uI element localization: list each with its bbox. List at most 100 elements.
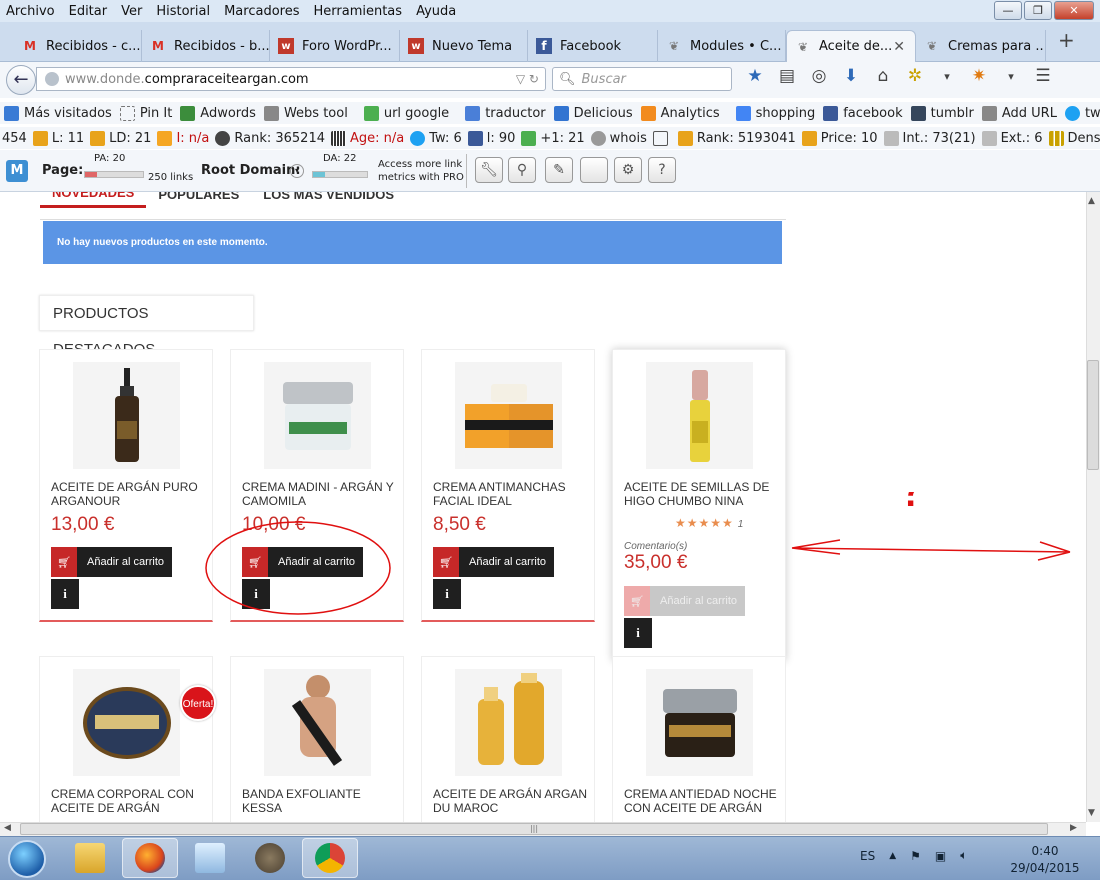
reload-icon[interactable]: ▽ ↻	[516, 72, 539, 86]
bookmark-2[interactable]: Adwords	[180, 105, 256, 121]
chevron-down-icon[interactable]: ▾	[290, 164, 304, 178]
tab-1[interactable]: M Recibidos - b...	[142, 30, 270, 62]
product-image[interactable]	[646, 362, 753, 469]
new-tab-button[interactable]: +	[1058, 28, 1075, 52]
seo-item[interactable]: LD: 21	[90, 130, 151, 146]
mask-icon[interactable]: ◎	[808, 66, 830, 86]
seo-item[interactable]: L: 11	[32, 130, 84, 146]
taskbar-gimp[interactable]	[242, 838, 298, 878]
product-image[interactable]	[73, 362, 180, 469]
tab-4[interactable]: f Facebook	[528, 30, 658, 62]
bookmark-5[interactable]: traductor	[465, 105, 546, 121]
product-image[interactable]	[455, 669, 562, 776]
blank-icon[interactable]	[580, 157, 608, 183]
moz-pro-note[interactable]: Access more link metrics with PRO	[378, 158, 464, 184]
bookmark-10[interactable]: tumblr	[910, 105, 974, 121]
bookmark-7[interactable]: Analytics	[640, 105, 720, 121]
seo-item[interactable]: l: 90	[467, 130, 515, 146]
chevron-down-icon[interactable]: ▾	[1000, 70, 1022, 83]
gear-icon[interactable]: ⚙	[614, 157, 642, 183]
close-tab-icon[interactable]: ✕	[893, 39, 905, 55]
bookmark-12[interactable]: twitter	[1064, 105, 1100, 121]
product-image[interactable]	[73, 669, 180, 776]
product-image[interactable]	[646, 669, 753, 776]
add-to-cart-button[interactable]: 🛒︎ Añadir al carrito	[51, 547, 172, 577]
scroll-left-icon[interactable]: ◀	[4, 823, 11, 833]
seo-item[interactable]: I: n/a	[157, 130, 209, 146]
menu-archivo[interactable]: Archivo	[6, 4, 55, 19]
seo-item[interactable]: Price: 10	[801, 130, 878, 146]
horizontal-scroll-thumb[interactable]: |||	[20, 823, 1048, 835]
seo-item[interactable]: 454	[2, 131, 27, 146]
help-icon[interactable]: ?	[648, 157, 676, 183]
menu-historial[interactable]: Historial	[156, 4, 210, 19]
menu-ayuda[interactable]: Ayuda	[416, 4, 456, 19]
menu-editar[interactable]: Editar	[69, 4, 108, 19]
info-button[interactable]: i	[51, 579, 79, 609]
scroll-up-icon[interactable]: ▲	[1088, 196, 1095, 206]
back-button[interactable]: ←	[6, 65, 36, 95]
seo-item[interactable]: Rank: 365214	[215, 130, 325, 146]
seo-item[interactable]	[652, 130, 672, 146]
tab-2[interactable]: w Foro WordPr...	[270, 30, 400, 62]
tab-6-active[interactable]: ❦ Aceite de... ✕	[786, 30, 916, 62]
url-bar[interactable]: www.donde. compraraceiteargan.com ▽ ↻	[36, 67, 546, 91]
magnifier-icon[interactable]: ⚲	[508, 157, 536, 183]
seo-item[interactable]: Tw: 6	[410, 130, 462, 146]
tab-5[interactable]: ❦ Modules • C...	[658, 30, 786, 62]
bookmark-8[interactable]: shopping	[735, 105, 815, 121]
speaker-icon[interactable]: 🔈︎	[960, 848, 967, 863]
taskbar-firefox[interactable]	[122, 838, 178, 878]
network-icon[interactable]: ▣	[935, 849, 946, 863]
language-indicator[interactable]: ES	[860, 849, 875, 863]
menu-ver[interactable]: Ver	[121, 4, 142, 19]
wrench-icon[interactable]: 🔧︎	[475, 157, 503, 183]
start-button[interactable]	[8, 840, 46, 878]
hamburger-menu-icon[interactable]: ☰	[1032, 66, 1054, 86]
bookmark-11[interactable]: Add URL	[981, 105, 1057, 121]
product-image[interactable]	[264, 362, 371, 469]
vertical-scrollbar[interactable]	[1086, 192, 1100, 822]
reading-list-icon[interactable]: ▤	[776, 66, 798, 86]
product-name[interactable]: CREMA CORPORAL CON ACEITE DE ARGÁN	[51, 787, 206, 815]
star-icon[interactable]: ★	[744, 66, 766, 86]
maximize-button[interactable]: ❐	[1024, 1, 1052, 20]
product-name[interactable]: CREMA ANTIEDAD NOCHE CON ACEITE DE ARGÁN	[624, 787, 779, 815]
tab-0[interactable]: M Recibidos - c...	[14, 30, 142, 62]
scroll-right-icon[interactable]: ▶	[1070, 823, 1077, 833]
menu-marcadores[interactable]: Marcadores	[224, 4, 299, 19]
bookmark-3[interactable]: Webs tool	[263, 105, 348, 121]
taskbar-chrome[interactable]	[302, 838, 358, 878]
flag-icon[interactable]: ⚑	[910, 849, 921, 863]
tab-3[interactable]: w Nuevo Tema	[400, 30, 528, 62]
moz-logo-icon[interactable]: M	[6, 160, 28, 182]
seo-item[interactable]: Age: n/a	[331, 130, 404, 146]
product-image[interactable]	[455, 362, 562, 469]
search-input[interactable]: 🔍︎ Buscar	[552, 67, 732, 91]
minimize-button[interactable]: —	[994, 1, 1022, 20]
gear-icon[interactable]: ✲	[904, 66, 926, 86]
bookmark-1[interactable]: Pin It	[119, 105, 172, 121]
seo-item[interactable]: whois	[590, 130, 647, 146]
scroll-down-icon[interactable]: ▼	[1088, 808, 1095, 818]
bookmark-9[interactable]: facebook	[823, 105, 903, 121]
seo-item[interactable]: Ext.: 6	[981, 130, 1043, 146]
bookmark-4[interactable]: url google	[363, 105, 449, 121]
chevron-down-icon[interactable]: ▾	[936, 70, 958, 83]
tab-7[interactable]: ❦ Cremas para ...	[916, 30, 1046, 62]
seo-item[interactable]: Density	[1048, 130, 1100, 146]
seo-item[interactable]: +1: 21	[521, 130, 585, 146]
taskbar-explorer[interactable]	[62, 838, 118, 878]
seo-item[interactable]: Rank: 5193041	[677, 130, 796, 146]
pencil-icon[interactable]: ✎	[545, 157, 573, 183]
product-name[interactable]: ACEITE DE ARGÁN ARGAN DU MAROC	[433, 787, 588, 815]
seo-item[interactable]: Int.: 73(21)	[883, 130, 976, 146]
extension-icon[interactable]: ✷	[968, 66, 990, 86]
clock[interactable]: 0:40 29/04/2015	[1010, 843, 1080, 877]
product-name[interactable]: BANDA EXFOLIANTE KESSA	[242, 787, 397, 815]
tab-mas-vendidos[interactable]: LOS MÁS VENDIDOS	[251, 192, 406, 208]
bookmark-0[interactable]: Más visitados	[4, 105, 112, 121]
home-icon[interactable]: ⌂	[872, 66, 894, 86]
close-window-button[interactable]: ✕	[1054, 1, 1094, 20]
tab-populares[interactable]: POPULARES	[146, 192, 251, 208]
